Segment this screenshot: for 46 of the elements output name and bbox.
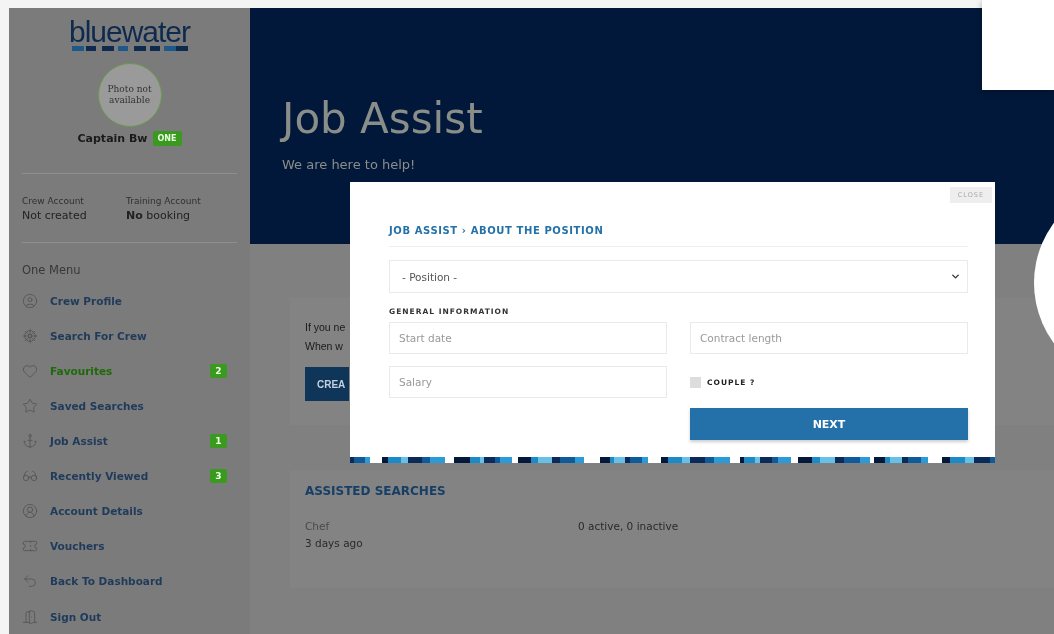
menu-item[interactable]: Crew Profile bbox=[22, 283, 237, 319]
anchor-icon bbox=[22, 433, 38, 450]
person-icon bbox=[22, 503, 38, 520]
search-status: 0 active, 0 inactive bbox=[578, 519, 680, 534]
page-subtitle: We are here to help! bbox=[282, 157, 417, 172]
menu-item[interactable]: Search For Crew bbox=[22, 318, 237, 354]
breadcrumb: JOB ASSIST › ABOUT THE POSITION bbox=[389, 225, 968, 247]
menu-item[interactable]: Account Details bbox=[22, 493, 237, 529]
account-label: Crew Account bbox=[22, 196, 85, 207]
account-label: Training Account bbox=[126, 196, 202, 207]
create-button[interactable]: CREA bbox=[305, 367, 349, 401]
menu-item[interactable]: Vouchers bbox=[22, 528, 237, 564]
menu-item[interactable]: Saved Searches bbox=[22, 388, 237, 424]
menu-item[interactable]: Sign Out bbox=[22, 599, 237, 634]
info-text: If you ne bbox=[305, 320, 346, 335]
info-text: When w bbox=[305, 339, 343, 354]
logo-stripe-icon bbox=[71, 46, 188, 51]
photo-unavailable-text: Photo not available bbox=[106, 84, 153, 106]
menu-item[interactable]: Job Assist 1 bbox=[22, 423, 237, 459]
count-badge: 1 bbox=[210, 434, 227, 449]
chevron-icon bbox=[950, 271, 961, 282]
input-field[interactable]: Start date bbox=[389, 322, 667, 354]
input-field[interactable]: Contract length bbox=[690, 322, 968, 354]
door-icon bbox=[22, 608, 38, 625]
input-field[interactable]: Salary bbox=[389, 366, 667, 398]
star-icon bbox=[22, 398, 38, 415]
account-value: Not created bbox=[22, 209, 88, 223]
count-badge: 2 bbox=[210, 364, 227, 379]
undo-arrow-icon bbox=[22, 573, 38, 590]
heart-icon bbox=[22, 363, 38, 380]
logo-text: bluewater bbox=[68, 18, 191, 46]
search-time: 3 days ago bbox=[305, 536, 364, 551]
menu-item[interactable]: Back To Dashboard bbox=[22, 563, 237, 599]
menu-item[interactable]: Favourites 2 bbox=[22, 353, 237, 389]
menu-title: One Menu bbox=[22, 263, 82, 278]
membership-badge: ONE bbox=[152, 131, 182, 146]
menu-item[interactable]: Recently Viewed 3 bbox=[22, 458, 237, 494]
count-badge: 3 bbox=[210, 469, 227, 484]
account-value: No booking bbox=[126, 209, 192, 223]
next-button[interactable]: NEXT bbox=[690, 408, 968, 440]
user-icon bbox=[22, 292, 38, 309]
section-title: ASSISTED SEARCHES bbox=[305, 484, 447, 498]
ship-wheel-icon bbox=[22, 328, 38, 344]
checkbox[interactable] bbox=[690, 376, 701, 388]
position-select[interactable]: - Position - bbox=[389, 260, 968, 293]
user-name: Captain Bw bbox=[77, 132, 148, 145]
